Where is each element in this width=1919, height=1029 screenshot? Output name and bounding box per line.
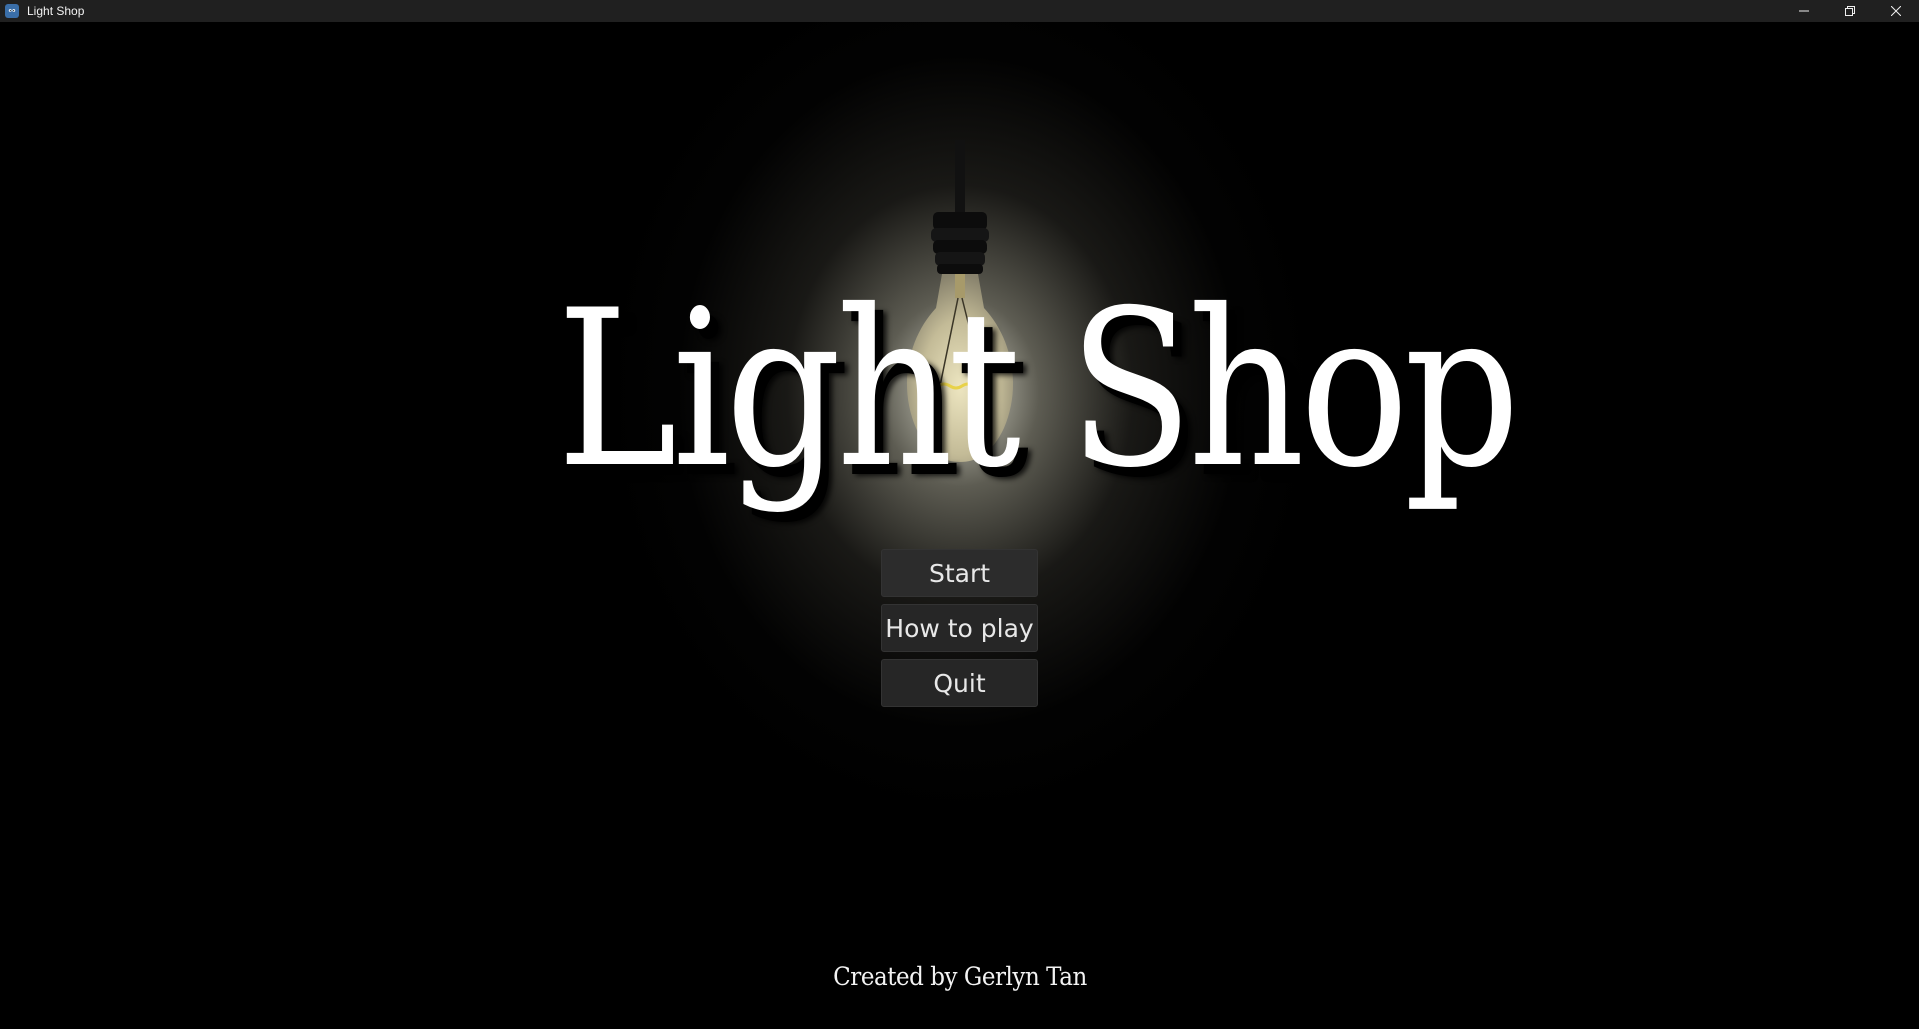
start-button[interactable]: Start [881,549,1038,597]
credits-text: Created by Gerlyn Tan [833,962,1087,991]
restore-icon [1845,6,1855,16]
window-controls [1781,0,1919,22]
game-viewport: Light Shop Start How to play Quit Create… [0,22,1919,1029]
minimize-icon [1799,10,1809,12]
game-title: Light Shop [556,264,1520,515]
window-title: Light Shop [27,4,85,18]
quit-button[interactable]: Quit [881,659,1038,707]
window-titlebar[interactable]: Light Shop [0,0,1919,22]
minimize-button[interactable] [1781,0,1827,22]
main-menu: Start How to play Quit [881,549,1038,714]
godot-engine-icon [5,4,19,18]
restore-button[interactable] [1827,0,1873,22]
close-button[interactable] [1873,0,1919,22]
how-to-play-button[interactable]: How to play [881,604,1038,652]
close-icon [1891,6,1901,16]
